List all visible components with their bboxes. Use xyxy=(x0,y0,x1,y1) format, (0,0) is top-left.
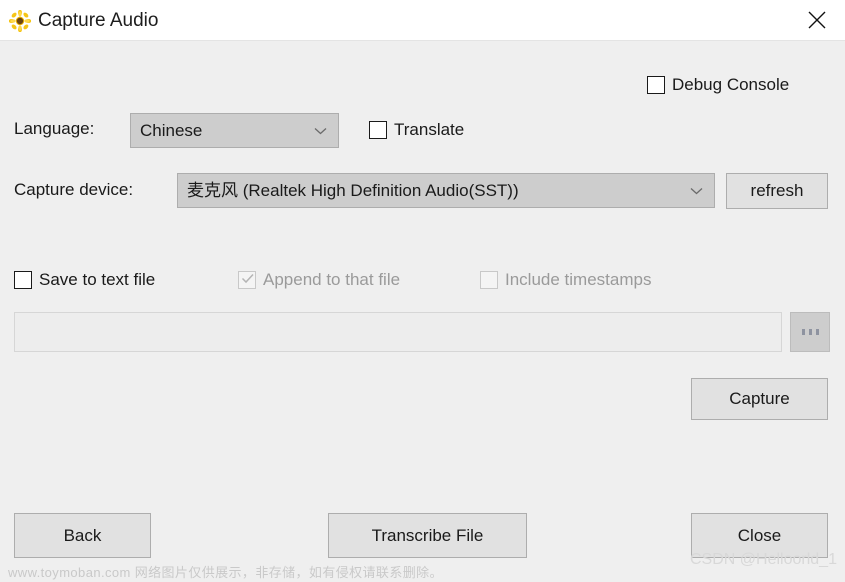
append-to-that-file-checkbox-row: Append to that file xyxy=(238,270,400,290)
checkmark-icon xyxy=(241,271,255,287)
watermark-left: www.toymoban.com 网络图片仅供展示，非存储，如有侵权请联系删除。 xyxy=(8,565,443,580)
watermark-right: CSDN @Helloorld_1 xyxy=(690,551,837,568)
browse-button[interactable] xyxy=(790,312,830,352)
close-icon xyxy=(808,11,826,29)
save-to-text-file-label: Save to text file xyxy=(39,270,156,289)
include-timestamps-checkbox xyxy=(480,271,498,289)
capture-device-select-value: 麦克风 (Realtek High Definition Audio(SST)) xyxy=(187,180,519,200)
include-timestamps-checkbox-row: Include timestamps xyxy=(480,270,651,290)
save-to-text-file-checkbox-row[interactable]: Save to text file xyxy=(14,270,155,290)
translate-checkbox[interactable] xyxy=(369,121,387,139)
capture-device-label: Capture device: xyxy=(14,180,134,199)
language-select[interactable]: Chinese xyxy=(130,113,339,148)
ellipsis-icon xyxy=(801,329,819,335)
debug-console-checkbox-row[interactable]: Debug Console xyxy=(647,75,789,95)
debug-console-label: Debug Console xyxy=(672,75,790,94)
append-to-that-file-label: Append to that file xyxy=(263,270,401,289)
refresh-button[interactable]: refresh xyxy=(726,173,828,209)
output-path-input[interactable] xyxy=(14,312,782,352)
language-select-value: Chinese xyxy=(140,120,203,140)
debug-console-checkbox[interactable] xyxy=(647,76,665,94)
translate-checkbox-row[interactable]: Translate xyxy=(369,120,464,140)
window-title: Capture Audio xyxy=(38,10,159,31)
sunflower-icon xyxy=(8,9,32,33)
translate-label: Translate xyxy=(394,120,465,139)
language-label: Language: xyxy=(14,119,95,138)
save-to-text-file-checkbox[interactable] xyxy=(14,271,32,289)
window-titlebar: Capture Audio xyxy=(0,0,845,41)
capture-device-select[interactable]: 麦克风 (Realtek High Definition Audio(SST)) xyxy=(177,173,715,208)
dialog-body: Debug Console Language: Chinese Translat… xyxy=(0,41,845,582)
capture-button[interactable]: Capture xyxy=(691,378,828,420)
window-close-button[interactable] xyxy=(789,0,845,40)
chevron-down-icon xyxy=(690,182,703,200)
append-to-that-file-checkbox xyxy=(238,271,256,289)
include-timestamps-label: Include timestamps xyxy=(505,270,652,289)
transcribe-file-button[interactable]: Transcribe File xyxy=(328,513,527,558)
back-button[interactable]: Back xyxy=(14,513,151,558)
chevron-down-icon xyxy=(314,122,327,140)
